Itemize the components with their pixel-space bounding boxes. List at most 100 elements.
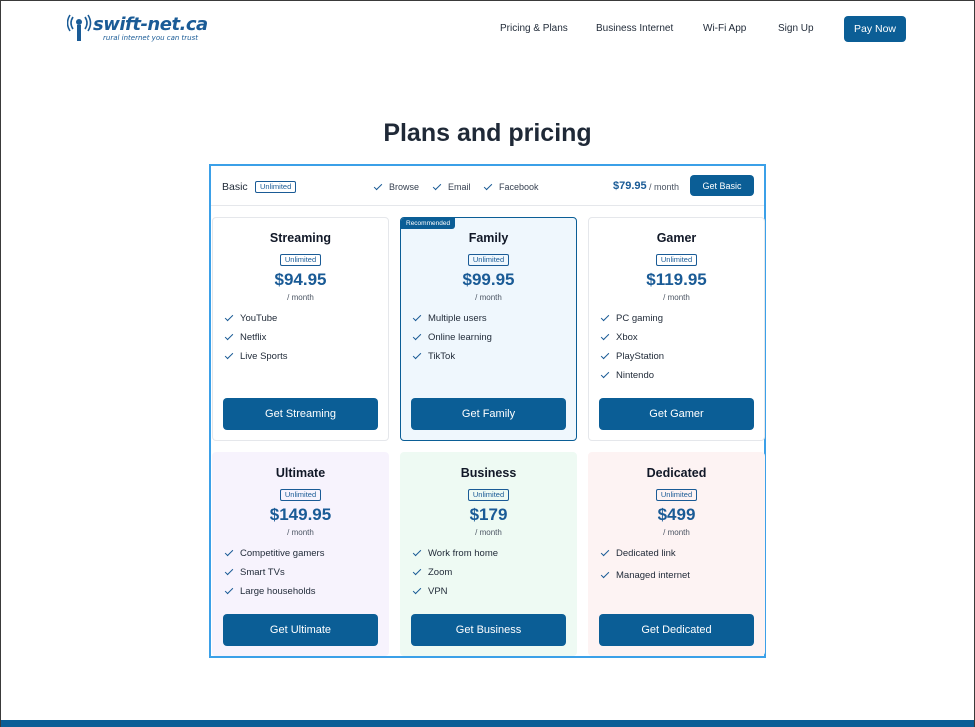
plan-feature-label: Smart TVs xyxy=(240,567,285,578)
check-icon xyxy=(412,331,422,341)
plan-feature: Multiple users xyxy=(412,312,487,324)
get-basic-button[interactable]: Get Basic xyxy=(690,175,754,196)
plan-period: / month xyxy=(287,293,314,302)
plan-card-gamer: Gamer Unlimited $119.95 / month PC gamin… xyxy=(588,217,765,441)
check-icon xyxy=(600,350,610,360)
check-icon xyxy=(600,312,610,322)
plan-name: Gamer xyxy=(656,231,697,245)
plan-period: / month xyxy=(475,528,502,537)
nav-pricing-plans[interactable]: Pricing & Plans xyxy=(500,23,568,34)
plan-badge-wrap: Unlimited xyxy=(401,484,576,502)
plan-feature-label: Work from home xyxy=(428,548,499,559)
plan-feature: Smart TVs xyxy=(224,566,285,578)
plan-card-family: Recommended Family Unlimited $99.95 / mo… xyxy=(400,217,577,441)
plan-badge: Unlimited xyxy=(279,254,322,266)
check-icon xyxy=(600,369,610,379)
plan-feature-label: PlayStation xyxy=(616,351,665,362)
plan-badge: Unlimited xyxy=(467,489,510,501)
check-icon xyxy=(224,566,234,576)
plan-feature: Zoom xyxy=(412,566,453,578)
plan-feature-label: Managed internet xyxy=(616,570,690,581)
plan-card-dedicated: Dedicated Unlimited $499 / month Dedicat… xyxy=(588,452,765,656)
basic-feature: Browse xyxy=(373,181,420,192)
get-streaming-button[interactable]: Get Streaming xyxy=(223,398,378,430)
pay-now-button[interactable]: Pay Now xyxy=(844,16,906,42)
plan-feature: Online learning xyxy=(412,331,492,343)
page-title: Plans and pricing xyxy=(383,119,592,147)
plan-feature-label: Large households xyxy=(240,586,316,597)
plan-badge-wrap: Unlimited xyxy=(589,484,764,502)
basic-feature-label: Browse xyxy=(389,182,420,192)
basic-feature: Email xyxy=(432,181,471,192)
get-family-button[interactable]: Get Family xyxy=(411,398,566,430)
check-icon xyxy=(412,547,422,557)
plan-feature: Managed internet xyxy=(600,569,690,581)
plan-name: Business xyxy=(460,466,517,480)
plan-feature-label: VPN xyxy=(428,586,448,597)
basic-plan-price: $79.95 xyxy=(613,180,647,192)
recommended-tag: Recommended xyxy=(401,218,456,229)
plan-feature: VPN xyxy=(412,585,448,597)
plan-feature: Xbox xyxy=(600,331,638,343)
plan-feature: Dedicated link xyxy=(600,547,676,559)
plan-price: $499 xyxy=(657,505,696,524)
antenna-icon xyxy=(67,14,92,41)
basic-plan-bar: Basic Unlimited Browse Email Facebook $7… xyxy=(211,166,764,206)
get-dedicated-button[interactable]: Get Dedicated xyxy=(599,614,754,646)
plan-period: / month xyxy=(287,528,314,537)
plan-feature-label: Nintendo xyxy=(616,370,655,381)
get-gamer-button[interactable]: Get Gamer xyxy=(599,398,754,430)
plan-feature: Nintendo xyxy=(600,369,655,381)
check-icon xyxy=(412,312,422,322)
basic-feature-label: Facebook xyxy=(499,182,539,192)
basic-plan-period: / month xyxy=(649,182,680,192)
plan-badge-wrap: Unlimited xyxy=(589,249,764,267)
plan-price: $99.95 xyxy=(462,270,515,289)
check-icon xyxy=(412,585,422,595)
plan-badge-wrap: Unlimited xyxy=(401,249,576,267)
brand-logo[interactable]: swift-net.ca rural internet you can trus… xyxy=(67,13,217,45)
check-icon xyxy=(224,547,234,557)
check-icon xyxy=(600,569,610,579)
check-icon xyxy=(432,181,442,191)
check-icon xyxy=(412,350,422,360)
nav-wifi-app[interactable]: Wi-Fi App xyxy=(703,23,746,34)
plan-feature-label: PC gaming xyxy=(616,313,663,324)
plan-badge-wrap: Unlimited xyxy=(213,484,388,502)
get-ultimate-button[interactable]: Get Ultimate xyxy=(223,614,378,646)
plan-card-business: Business Unlimited $179 / month Work fro… xyxy=(400,452,577,656)
plan-price: $119.95 xyxy=(646,270,707,289)
plan-feature-label: TikTok xyxy=(428,351,456,362)
plan-period: / month xyxy=(475,293,502,302)
brand-tagline: rural internet you can trust xyxy=(103,34,199,42)
check-icon xyxy=(224,331,234,341)
plan-feature: TikTok xyxy=(412,350,456,362)
nav-sign-up[interactable]: Sign Up xyxy=(778,23,814,34)
plan-price: $94.95 xyxy=(274,270,327,289)
plan-price: $149.95 xyxy=(269,505,332,524)
basic-feature-label: Email xyxy=(448,182,471,192)
check-icon xyxy=(373,181,383,191)
plan-feature-label: Online learning xyxy=(428,332,492,343)
get-business-button[interactable]: Get Business xyxy=(411,614,566,646)
basic-feature: Facebook xyxy=(483,181,539,192)
plan-feature-label: Netflix xyxy=(240,332,267,343)
plan-card-ultimate: Ultimate Unlimited $149.95 / month Compe… xyxy=(212,452,389,656)
plan-feature-label: Dedicated link xyxy=(616,548,676,559)
plan-name: Ultimate xyxy=(275,466,326,480)
footer-bar xyxy=(1,720,974,727)
plan-feature-label: Zoom xyxy=(428,567,453,578)
nav-business-internet[interactable]: Business Internet xyxy=(596,23,673,34)
plan-feature: Large households xyxy=(224,585,316,597)
plan-feature-label: Multiple users xyxy=(428,313,487,324)
check-icon xyxy=(224,585,234,595)
plan-name: Streaming xyxy=(269,231,332,245)
check-icon xyxy=(600,331,610,341)
basic-plan-name: Basic xyxy=(222,181,248,193)
plan-badge-wrap: Unlimited xyxy=(213,249,388,267)
plan-feature: Work from home xyxy=(412,547,499,559)
plan-badge: Unlimited xyxy=(279,489,322,501)
plan-feature-label: Competitive gamers xyxy=(240,548,325,559)
plan-name: Dedicated xyxy=(646,466,707,480)
check-icon xyxy=(483,181,493,191)
